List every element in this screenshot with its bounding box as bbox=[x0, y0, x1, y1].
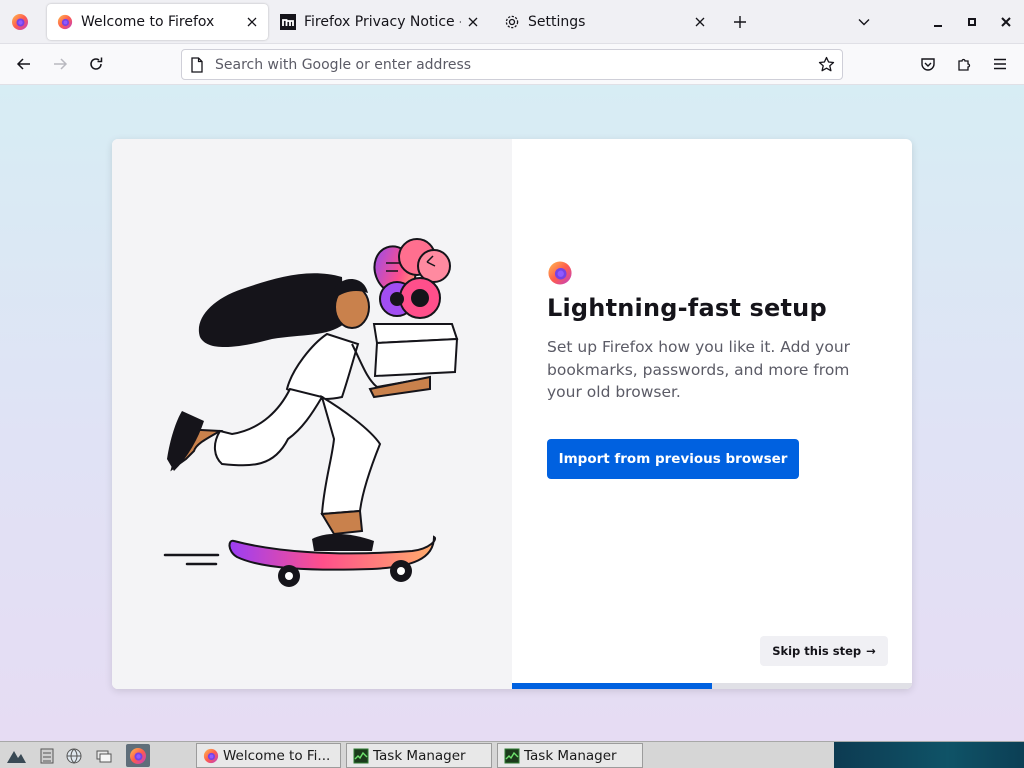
taskbar: Welcome to Fi... Task Manager Task Manag… bbox=[0, 741, 1024, 768]
pocket-icon bbox=[921, 58, 935, 71]
mozilla-icon bbox=[280, 14, 296, 30]
close-tab-icon[interactable] bbox=[461, 10, 485, 34]
skip-label: Skip this step bbox=[772, 644, 862, 658]
page-icon bbox=[190, 57, 204, 77]
desktop-windows-icon bbox=[96, 750, 112, 762]
tab-strip: Welcome to Firefox Firefox Privacy Notic… bbox=[0, 0, 1024, 44]
setup-panel: Lightning-fast setup Set up Firefox how … bbox=[512, 139, 912, 689]
forward-button[interactable] bbox=[44, 48, 76, 80]
launcher-web-browser[interactable] bbox=[62, 744, 86, 767]
close-window-button[interactable] bbox=[990, 6, 1022, 38]
page-content: Lightning-fast setup Set up Firefox how … bbox=[0, 85, 1024, 741]
taskbar-item-label: Welcome to Fi... bbox=[223, 747, 331, 764]
reload-icon bbox=[90, 57, 103, 70]
illustration-panel bbox=[112, 139, 512, 689]
url-input[interactable] bbox=[215, 55, 795, 75]
launcher-show-desktop[interactable] bbox=[92, 744, 116, 767]
close-icon bbox=[1001, 17, 1011, 27]
tab-settings[interactable]: Settings bbox=[494, 4, 716, 40]
new-tab-button[interactable] bbox=[724, 6, 756, 38]
onboarding-card: Lightning-fast setup Set up Firefox how … bbox=[112, 139, 912, 689]
tab-privacy-notice[interactable]: Firefox Privacy Notice — bbox=[270, 4, 489, 40]
close-tab-icon[interactable] bbox=[688, 10, 712, 34]
taskbar-item-firefox[interactable]: Welcome to Fi... bbox=[196, 743, 341, 768]
desktop-wallpaper-strip bbox=[834, 742, 1024, 768]
extensions-button[interactable] bbox=[948, 48, 980, 80]
maximize-button[interactable] bbox=[956, 6, 988, 38]
minimize-button[interactable] bbox=[922, 6, 954, 38]
skateboarder-illustration bbox=[163, 238, 459, 587]
firefox-icon bbox=[12, 14, 28, 30]
arrow-right-icon: → bbox=[866, 644, 876, 658]
tab-title: Welcome to Firefox bbox=[81, 14, 215, 30]
navigation-toolbar bbox=[0, 44, 1024, 85]
skip-this-step-button[interactable]: Skip this step → bbox=[760, 636, 888, 666]
firefox-icon bbox=[57, 14, 73, 30]
hamburger-menu-icon bbox=[994, 58, 1006, 70]
launcher-firefox[interactable] bbox=[126, 744, 150, 767]
taskbar-item-task-manager[interactable]: Task Manager bbox=[497, 743, 643, 768]
tab-title: Settings bbox=[528, 14, 586, 30]
app-menu-button[interactable] bbox=[984, 48, 1016, 80]
globe-icon bbox=[66, 748, 82, 764]
tab-title: Firefox Privacy Notice — bbox=[304, 14, 461, 30]
address-bar[interactable] bbox=[181, 49, 843, 80]
close-tab-icon[interactable] bbox=[240, 10, 264, 34]
taskbar-item-label: Task Manager bbox=[373, 747, 466, 764]
minimize-icon bbox=[934, 25, 942, 27]
firefox-view-button[interactable] bbox=[0, 0, 40, 44]
list-all-tabs-button[interactable] bbox=[848, 6, 880, 38]
start-menu-icon bbox=[7, 750, 26, 763]
firefox-logo-icon bbox=[548, 261, 572, 285]
gear-icon bbox=[504, 14, 520, 30]
setup-description: Set up Firefox how you like it. Add your… bbox=[547, 338, 851, 401]
pocket-button[interactable] bbox=[912, 48, 944, 80]
bookmark-star-icon[interactable] bbox=[818, 56, 835, 77]
task-manager-icon bbox=[504, 748, 520, 764]
task-manager-icon bbox=[353, 748, 369, 764]
setup-heading: Lightning-fast setup bbox=[547, 294, 827, 322]
launcher-file-manager[interactable] bbox=[35, 744, 59, 767]
firefox-icon bbox=[130, 747, 146, 764]
progress-fill bbox=[512, 683, 712, 689]
start-menu-button[interactable] bbox=[4, 744, 28, 767]
file-cabinet-icon bbox=[40, 748, 54, 763]
chevron-down-icon bbox=[858, 19, 870, 26]
back-arrow-icon bbox=[16, 58, 30, 70]
reload-button[interactable] bbox=[80, 48, 112, 80]
puzzle-piece-icon bbox=[958, 58, 971, 71]
onboarding-progress bbox=[512, 683, 912, 689]
tab-welcome[interactable]: Welcome to Firefox bbox=[47, 4, 268, 40]
maximize-icon bbox=[968, 18, 976, 26]
back-button[interactable] bbox=[8, 48, 40, 80]
taskbar-item-label: Task Manager bbox=[524, 747, 617, 764]
import-from-previous-browser-button[interactable]: Import from previous browser bbox=[547, 439, 799, 479]
firefox-icon bbox=[203, 748, 219, 764]
taskbar-item-task-manager[interactable]: Task Manager bbox=[346, 743, 492, 768]
forward-arrow-icon bbox=[54, 58, 68, 70]
plus-icon bbox=[734, 16, 746, 28]
